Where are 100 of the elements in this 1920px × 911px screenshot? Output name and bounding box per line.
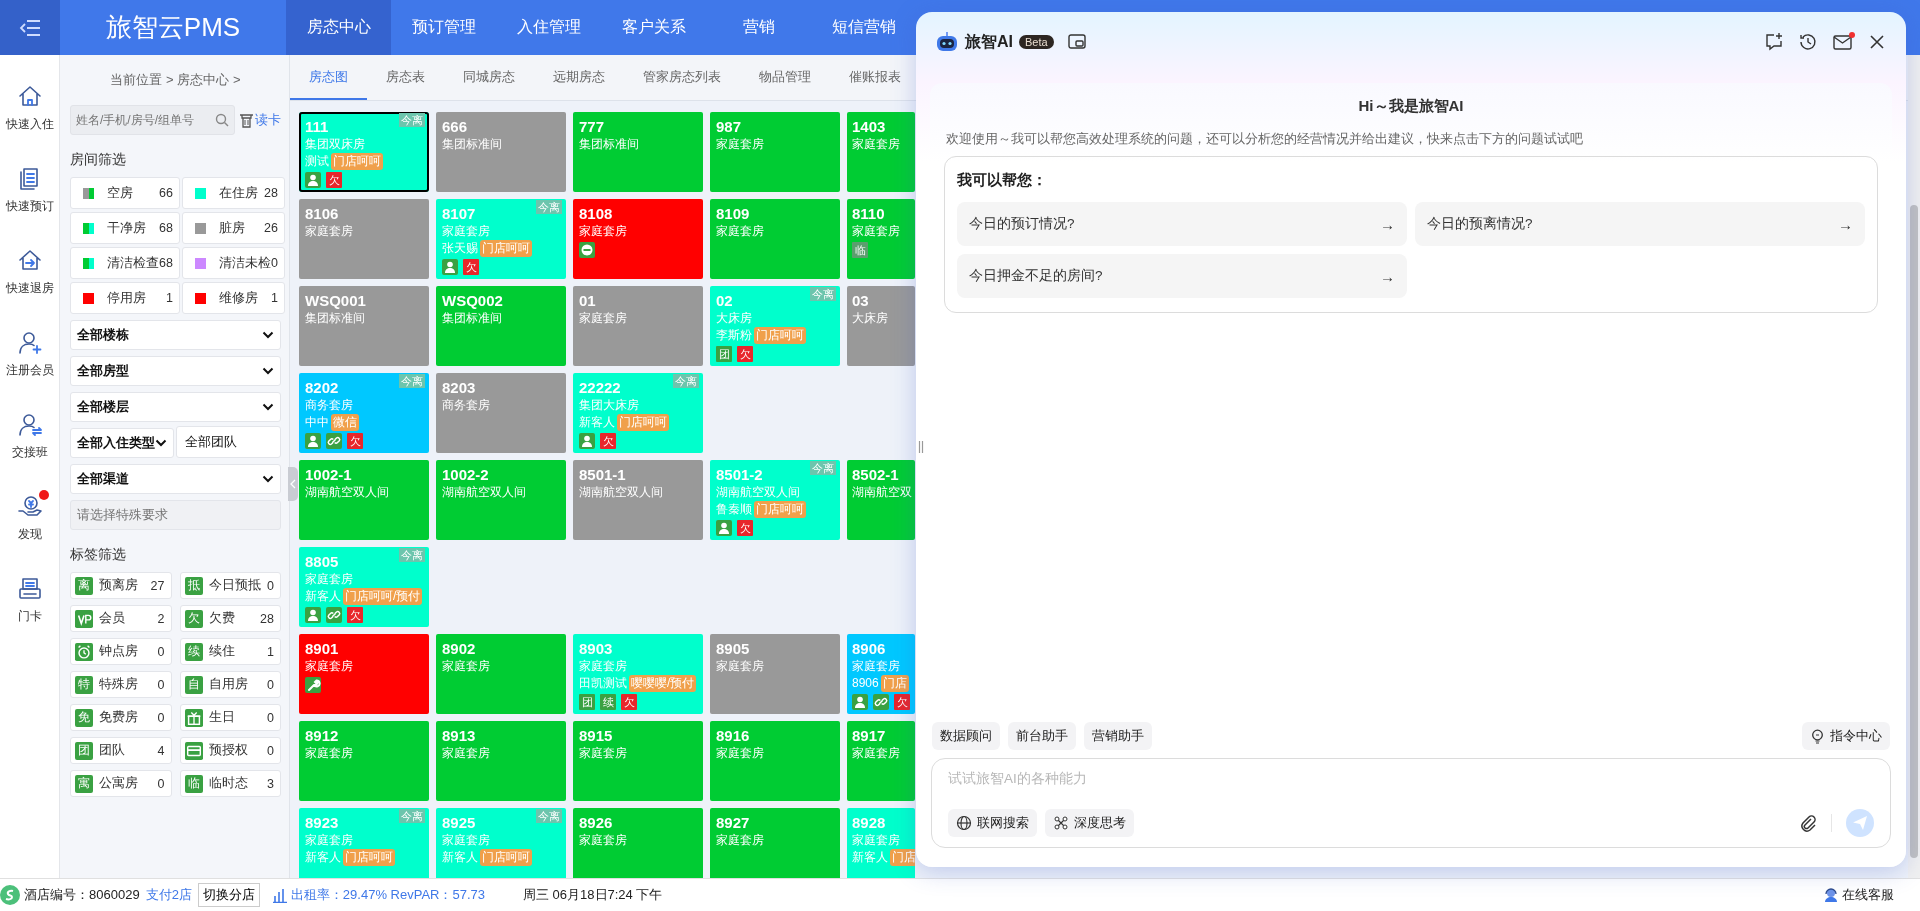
filter-chip[interactable]: 空房 66	[70, 177, 180, 209]
sidebar-item[interactable]: 发现	[0, 477, 59, 559]
sidebar-item[interactable]: 注册会员	[0, 313, 59, 395]
history-icon[interactable]	[1798, 32, 1818, 52]
filter-chip[interactable]: 清洁检查68	[70, 247, 180, 279]
suggestion-button[interactable]: 今日的预订情况? →	[957, 202, 1407, 246]
dropdown[interactable]: 全部楼层	[70, 392, 281, 422]
sidebar-item[interactable]: 门卡	[0, 559, 59, 641]
room-type: 集团标准间	[442, 136, 503, 153]
room-tile[interactable]: 8110 家庭套房 临	[847, 199, 915, 279]
view-tab[interactable]: 房态图	[290, 55, 367, 100]
suggestion-button[interactable]: 今日押金不足的房间? →	[957, 254, 1407, 298]
filter-chip[interactable]: 清洁未检0	[181, 247, 285, 279]
chevron-down-icon	[262, 367, 274, 375]
tag-filter[interactable]: 团 团队 4	[70, 737, 172, 764]
view-tab[interactable]: 同城房态	[444, 55, 534, 100]
assistant-chip[interactable]: 前台助手	[1008, 722, 1076, 750]
dropdown[interactable]: 全部入住类型	[70, 428, 174, 458]
suggestion-button[interactable]: 今日的预离情况? →	[1415, 202, 1865, 246]
mail-icon[interactable]	[1832, 32, 1854, 52]
sidebar-item[interactable]: 快速退房	[0, 231, 59, 313]
room-type: 家庭套房	[852, 832, 901, 849]
tag-filter[interactable]: 预授权 0	[179, 737, 281, 764]
collapse-handle[interactable]	[288, 467, 298, 501]
filter-chip[interactable]: 脏房 26	[181, 212, 285, 244]
tag-glyph: 欠	[184, 609, 203, 628]
command-center-button[interactable]: 指令中心	[1802, 722, 1890, 750]
wrench-icon	[305, 677, 321, 693]
room-tile[interactable]: 8501-2 湖南航空双人间 鲁秦顺 门店呵呵 欠 今离	[710, 460, 840, 540]
tag-filter[interactable]: 抵 今日预抵 0	[179, 572, 281, 599]
room-tile[interactable]: 8202 商务套房 中中 微信 欠 今离	[299, 373, 429, 453]
nav-tab[interactable]: 短信营销	[811, 0, 916, 55]
dropdown[interactable]: 全部房型	[70, 356, 281, 386]
filter-chip[interactable]: 维修房 1	[181, 282, 285, 314]
card-reader-button[interactable]: 读卡	[239, 111, 281, 129]
tool-toggle[interactable]: 深度思考	[1045, 809, 1134, 837]
room-tile[interactable]: 02 大床房 李斯粉 门店呵呵 团 欠 今离	[710, 286, 840, 366]
guest-name: 中中	[305, 414, 329, 431]
link-icon	[873, 694, 889, 710]
team-field[interactable]: 全部团队	[176, 426, 281, 458]
nav-tab[interactable]: 入住管理	[496, 0, 601, 55]
filter-chip[interactable]: 干净房 68	[70, 212, 180, 244]
nav-tab[interactable]: 房态中心	[286, 0, 391, 55]
tag-filter[interactable]: 会员 2	[70, 605, 172, 632]
room-tile[interactable]: 8903 家庭套房 田凯测试 嘤嘤嘤/预付 团 续 欠	[573, 634, 703, 714]
filter-label: 钟点房	[99, 643, 139, 660]
view-tab[interactable]: 物品管理	[740, 55, 830, 100]
new-chat-icon[interactable]	[1764, 32, 1784, 52]
requirement-field[interactable]: 请选择特殊要求	[70, 500, 281, 530]
room-tile[interactable]: 8906 家庭套房 8906 门店 欠	[847, 634, 915, 714]
guest-name: 新客人	[305, 588, 341, 605]
dropdown[interactable]: 全部渠道	[70, 464, 281, 494]
tag-glyph: 寓	[75, 774, 93, 793]
close-icon[interactable]	[1868, 33, 1886, 51]
menu-button[interactable]	[0, 0, 60, 55]
tag-filter[interactable]: 离 预离房 27	[70, 572, 172, 599]
room-tile[interactable]: 8107 家庭套房 张天赐 门店呵呵 欠 今离	[436, 199, 566, 279]
room-tile[interactable]: 22222 集团大床房 新客人 门店呵呵 欠 今离	[573, 373, 703, 453]
tag-filter[interactable]: 钟点房 0	[70, 638, 172, 665]
message-input[interactable]: 试试旅智AI的各种能力	[948, 771, 1874, 786]
tag-filter[interactable]: 临 临时态 3	[179, 770, 281, 797]
search-field[interactable]: 姓名/手机/房号/组单号	[70, 105, 235, 135]
nav-tab[interactable]: 营销	[706, 0, 811, 55]
tag-filter[interactable]: 自 自用房 0	[179, 671, 281, 698]
room-tile[interactable]: 8108 家庭套房	[573, 199, 703, 279]
tag-filter[interactable]: 生日 0	[179, 704, 281, 731]
view-tab[interactable]: 催账报表	[830, 55, 920, 100]
filter-chip[interactable]: 停用房 1	[70, 282, 180, 314]
view-tab[interactable]: 远期房态	[534, 55, 624, 100]
room-tile[interactable]: 111 集团双床房 测试 门店呵呵 欠 今离	[299, 112, 429, 192]
assistant-chip[interactable]: 营销助手	[1084, 722, 1152, 750]
tag-filter[interactable]: 特 特殊房 0	[70, 671, 172, 698]
tag-filter[interactable]: 免 免费房 0	[70, 704, 172, 731]
filter-count: 28	[263, 186, 278, 200]
tag-filter[interactable]: 欠 欠费 28	[179, 605, 281, 632]
dropdown[interactable]: 全部楼栋	[70, 320, 281, 350]
drag-handle-icon[interactable]	[918, 440, 924, 454]
filter-chip[interactable]: 在住房 28	[181, 177, 285, 209]
sidebar-item[interactable]: 交接班	[0, 395, 59, 477]
sidebar-item[interactable]: 快速预订	[0, 149, 59, 231]
tag-filter[interactable]: 续 续住 1	[179, 638, 281, 665]
switch-branch-button[interactable]: 切换分店	[197, 883, 260, 907]
view-tab[interactable]: 管家房态列表	[624, 55, 740, 100]
picture-in-picture-icon[interactable]	[1067, 34, 1086, 50]
room-tile[interactable]: 8901 家庭套房	[299, 634, 429, 714]
view-tab[interactable]: 房态表	[367, 55, 444, 100]
chevron-down-icon	[262, 331, 274, 339]
pay-link[interactable]: 支付2店	[145, 886, 192, 904]
paperclip-icon[interactable]	[1799, 814, 1817, 832]
tool-toggle[interactable]: 联网搜索	[948, 809, 1037, 837]
nav-tab[interactable]: 客户关系	[601, 0, 706, 55]
scrollbar[interactable]	[1908, 55, 1920, 878]
status-badge: 续	[600, 694, 616, 710]
online-support-button[interactable]: 在线客服	[1817, 885, 1900, 905]
assistant-chip[interactable]: 数据顾问	[932, 722, 1000, 750]
room-tile[interactable]: 8805 家庭套房 新客人 门店呵呵/预付 欠 今离	[299, 547, 429, 627]
sidebar-item[interactable]: 快速入住	[0, 67, 59, 149]
tag-filter[interactable]: 寓 公寓房 0	[70, 770, 172, 797]
nav-tab[interactable]: 预订管理	[391, 0, 496, 55]
user-swap-icon	[16, 411, 43, 438]
